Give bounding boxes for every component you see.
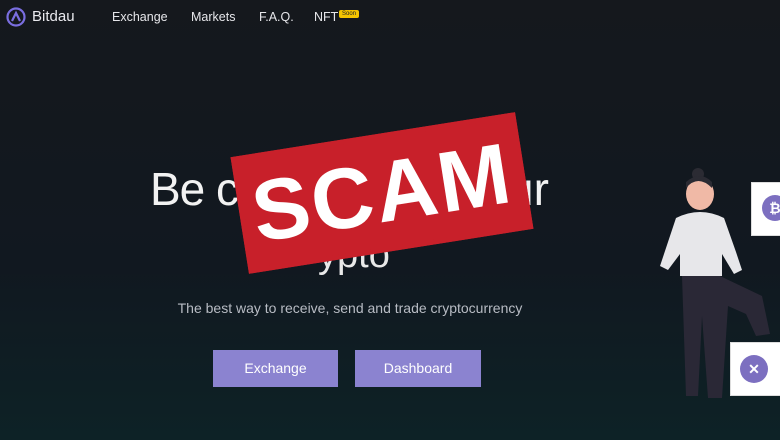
nav-exchange[interactable]: Exchange [112,10,168,24]
dashboard-button[interactable]: Dashboard [355,350,481,387]
nav-nft[interactable]: NFT [314,10,338,24]
nav-markets[interactable]: Markets [191,10,235,24]
xrp-icon: ✕ [740,355,768,383]
xrp-card: ✕ [730,342,780,396]
hero-headline-left: Be c [150,163,239,215]
bitcoin-card: ₿ [751,182,780,236]
nav-faq[interactable]: F.A.Q. [259,10,294,24]
exchange-button[interactable]: Exchange [213,350,338,387]
bitdau-logo-icon[interactable] [6,7,26,27]
bitcoin-icon: ₿ [762,195,780,221]
soon-badge: Soon [339,10,360,18]
scam-stamp-text: SCAM [245,124,519,261]
hero-subtitle: The best way to receive, send and trade … [177,300,523,316]
scam-stamp: SCAM [230,112,534,274]
hero-headline: Be c [150,162,239,216]
top-navbar: Bitdau Exchange Markets F.A.Q. NFT Soon [0,0,780,36]
brand-name[interactable]: Bitdau [32,8,75,25]
